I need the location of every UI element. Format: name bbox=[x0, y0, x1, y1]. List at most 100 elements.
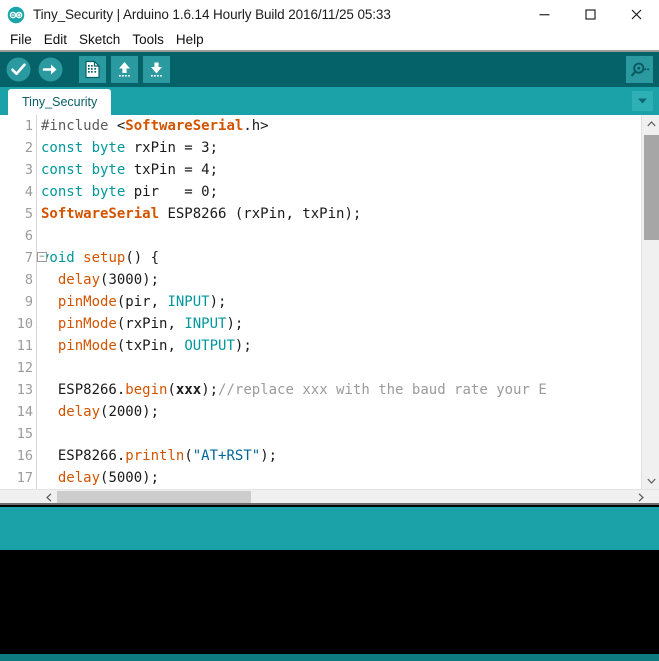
code-token: ESP8266. bbox=[41, 448, 126, 464]
editor-bottom-divider bbox=[0, 503, 659, 505]
open-button[interactable] bbox=[111, 56, 138, 83]
menu-bar: File Edit Sketch Tools Help bbox=[0, 29, 659, 50]
chevron-left-icon bbox=[45, 493, 51, 502]
line-number: 1 bbox=[24, 118, 33, 134]
line-number: 10 bbox=[16, 316, 33, 332]
serial-monitor-button[interactable] bbox=[626, 56, 653, 83]
scroll-up-button[interactable] bbox=[642, 115, 659, 132]
code-token: "AT+RST" bbox=[192, 448, 261, 464]
code-token: (3000); bbox=[100, 272, 160, 288]
chevron-right-icon bbox=[638, 493, 644, 502]
code-text[interactable]: #include <SoftwareSerial.h> const byte rx… bbox=[36, 115, 641, 489]
new-button[interactable] bbox=[79, 56, 106, 83]
chevron-down-icon bbox=[638, 98, 647, 104]
code-token: (rxPin, bbox=[116, 316, 185, 332]
minimize-icon bbox=[539, 14, 549, 16]
save-button[interactable] bbox=[143, 56, 170, 83]
line-number-gutter: 1 2 3 4 5 6 7−8 9 10 11 12 13 14 15 16 17 bbox=[0, 115, 47, 489]
status-bar bbox=[0, 507, 659, 550]
toolbar bbox=[0, 52, 659, 87]
close-button[interactable] bbox=[613, 0, 659, 29]
code-token: xxx bbox=[175, 382, 202, 398]
code-token: begin bbox=[125, 382, 168, 398]
code-token: ESP8266. bbox=[41, 382, 126, 398]
line-number: 14 bbox=[16, 404, 33, 420]
code-token: rxPin = 3; bbox=[125, 140, 219, 156]
code-token: pir = 0; bbox=[125, 184, 219, 200]
code-line: SoftwareSerial ESP8266 (rxPin, txPin); bbox=[41, 203, 641, 225]
code-line: pinMode(rxPin, INPUT); bbox=[41, 313, 641, 335]
menu-item-tools[interactable]: Tools bbox=[126, 29, 170, 50]
window-controls bbox=[521, 0, 659, 29]
vertical-scrollbar-thumb[interactable] bbox=[644, 135, 659, 240]
code-token: pinMode bbox=[57, 294, 117, 310]
code-token: setup bbox=[83, 250, 126, 266]
menu-item-help[interactable]: Help bbox=[170, 29, 210, 50]
arrow-up-icon bbox=[119, 62, 130, 77]
code-token: ); bbox=[260, 448, 278, 464]
code-token: (2000); bbox=[100, 404, 160, 420]
code-line: delay(3000); bbox=[41, 269, 641, 291]
menu-item-edit[interactable]: Edit bbox=[38, 29, 73, 50]
tab-bar: Tiny_Security bbox=[0, 87, 659, 115]
code-area[interactable]: 1 2 3 4 5 6 7−8 9 10 11 12 13 14 15 16 17 #include <Sof… bbox=[0, 115, 641, 489]
tab-tiny-security[interactable]: Tiny_Security bbox=[8, 89, 112, 115]
verify-button[interactable] bbox=[5, 56, 32, 83]
fold-collapse-icon[interactable]: − bbox=[37, 252, 47, 262]
code-line: ESP8266.begin(xxx);//replace xxx with th… bbox=[41, 379, 641, 401]
code-token: (txPin, bbox=[116, 338, 185, 354]
code-token: ); bbox=[209, 294, 227, 310]
arduino-logo-icon bbox=[7, 6, 25, 23]
code-token: #include bbox=[41, 118, 117, 134]
code-token: delay bbox=[57, 272, 101, 288]
vertical-scrollbar[interactable] bbox=[641, 115, 659, 489]
new-document-icon bbox=[85, 60, 100, 79]
code-token: println bbox=[125, 448, 185, 464]
console-output[interactable] bbox=[0, 550, 659, 654]
tab-menu-button[interactable] bbox=[632, 91, 653, 111]
scroll-down-button[interactable] bbox=[642, 472, 659, 489]
code-token: INPUT bbox=[167, 294, 210, 310]
line-number: 11 bbox=[16, 338, 33, 354]
line-number: 8 bbox=[24, 272, 33, 288]
code-token: ); bbox=[201, 382, 219, 398]
code-token: pinMode bbox=[57, 316, 117, 332]
line-number: 5 bbox=[24, 206, 33, 222]
line-number: 15 bbox=[16, 426, 33, 442]
code-line: const byte txPin = 4; bbox=[41, 159, 641, 181]
menu-item-sketch[interactable]: Sketch bbox=[73, 29, 126, 50]
line-number: 2 bbox=[24, 140, 33, 156]
tab-label: Tiny_Security bbox=[22, 95, 98, 109]
line-number: 16 bbox=[16, 448, 33, 464]
line-number: 7− bbox=[0, 247, 47, 269]
code-line: const byte pir = 0; bbox=[41, 181, 641, 203]
code-token: pinMode bbox=[57, 338, 117, 354]
minimize-button[interactable] bbox=[521, 0, 567, 29]
code-token: .h> bbox=[243, 118, 269, 134]
code-token: const byte bbox=[41, 162, 126, 178]
code-token: SoftwareSerial bbox=[41, 206, 160, 222]
code-line: ESP8266.println("AT+RST"); bbox=[41, 445, 641, 467]
title-bar: Tiny_Security | Arduino 1.6.14 Hourly Bu… bbox=[0, 0, 659, 29]
menu-item-file[interactable]: File bbox=[4, 29, 38, 50]
chevron-down-icon bbox=[646, 478, 656, 484]
code-token: const byte bbox=[41, 140, 126, 156]
line-number: 17 bbox=[16, 470, 33, 486]
line-number: 12 bbox=[16, 360, 33, 376]
upload-button[interactable] bbox=[37, 56, 64, 83]
maximize-icon bbox=[584, 9, 596, 20]
maximize-button[interactable] bbox=[567, 0, 613, 29]
line-number: 6 bbox=[24, 228, 33, 244]
line-number: 13 bbox=[16, 382, 33, 398]
code-line: delay(2000); bbox=[41, 401, 641, 423]
code-token: OUTPUT bbox=[184, 338, 235, 354]
code-token: SoftwareSerial bbox=[125, 118, 244, 134]
line-number: 4 bbox=[24, 184, 33, 200]
